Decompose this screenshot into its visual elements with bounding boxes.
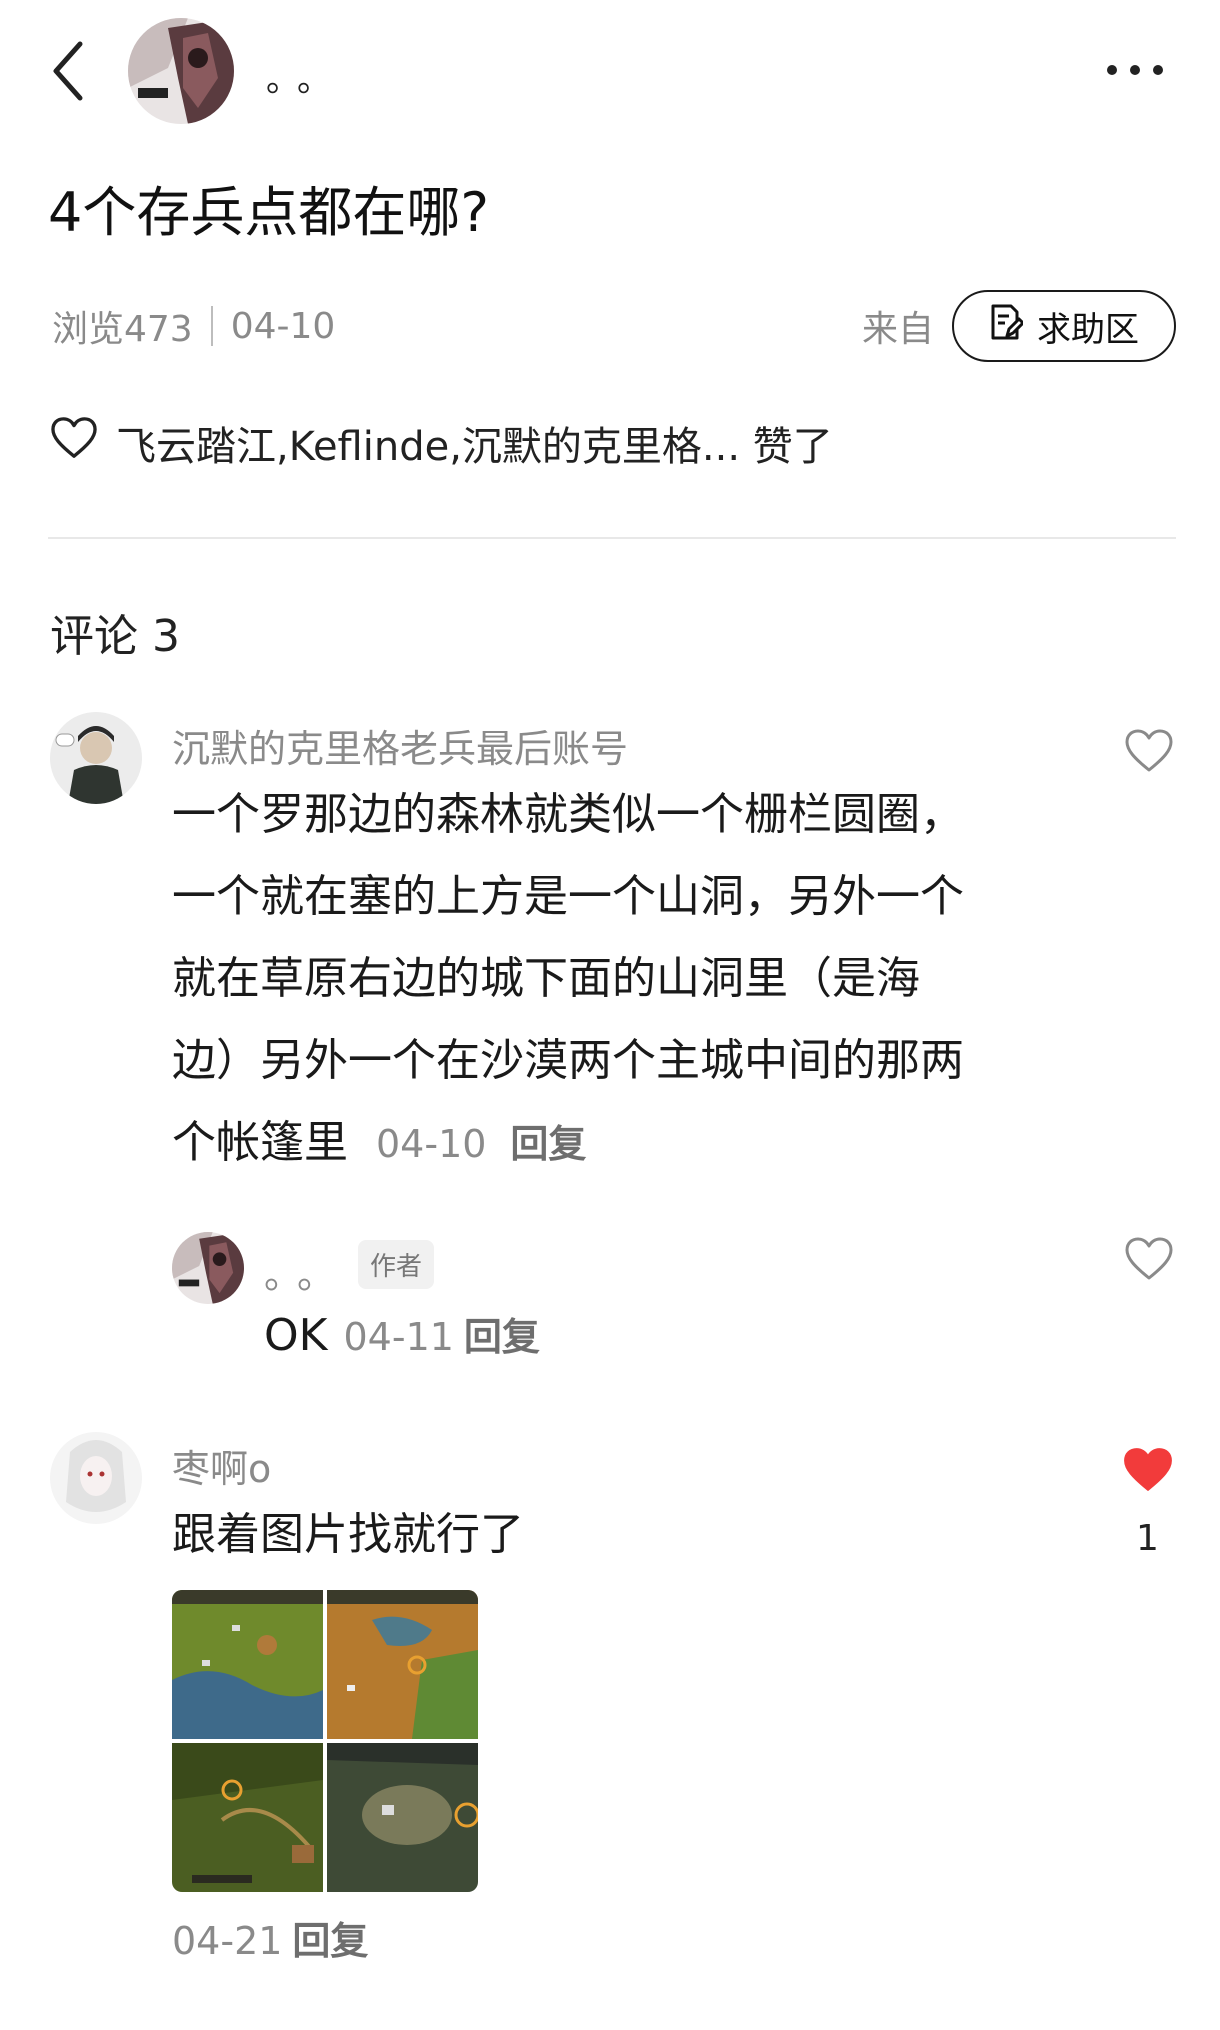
comment-footer: 04-21 回复 — [172, 1910, 368, 1965]
board-button[interactable]: 求助区 — [952, 290, 1176, 362]
divider — [48, 537, 1176, 539]
comment-time: 04-21 — [172, 1919, 283, 1963]
reply-author-name[interactable]: 。。 — [264, 1244, 349, 1299]
like-count: 1 — [1136, 1518, 1159, 1559]
commenter-name[interactable]: 沉默的克里格老兵最后账号 — [172, 718, 628, 773]
comment-line-text: 个帐篷里 — [172, 1117, 348, 1168]
reply-text: OK — [264, 1310, 328, 1361]
comment-text: 一个罗那边的森林就类似一个栅栏圆圈， 一个就在塞的上方是一个山洞，另外一个 就在… — [172, 774, 1112, 1185]
comment-line: 就在草原右边的城下面的山洞里（是海 — [172, 953, 920, 1004]
view-count: 浏览473 — [52, 309, 193, 350]
comment-line: 一个罗那边的森林就类似一个栅栏圆圈， — [172, 789, 964, 840]
heart-outline-icon[interactable] — [50, 416, 98, 470]
commenter-avatar[interactable] — [50, 1432, 142, 1524]
map-thumbnail — [327, 1590, 478, 1739]
comments-title: 评论 3 — [50, 611, 180, 662]
commenter-name[interactable]: 枣啊o — [172, 1438, 271, 1493]
map-thumbnail — [172, 1590, 323, 1739]
heart-filled-icon[interactable] — [1122, 1446, 1174, 1494]
post-title: 4个存兵点都在哪? — [48, 181, 490, 244]
reply-body: OK 04-11 回复 — [264, 1306, 540, 1364]
likes-row[interactable]: 飞云踏江,Keflinde,沉默的克里格... 赞了 — [50, 414, 833, 472]
like-icon[interactable] — [1124, 728, 1174, 774]
comment-text: 跟着图片找就行了 — [172, 1509, 524, 1560]
likes-text[interactable]: 飞云踏江,Keflinde,沉默的克里格... 赞了 — [116, 414, 833, 472]
map-thumbnail — [172, 1743, 323, 1892]
more-icon[interactable] — [1100, 58, 1170, 82]
reply-author-avatar[interactable] — [172, 1232, 244, 1304]
reply-button[interactable]: 回复 — [510, 1122, 586, 1166]
reply-time: 04-11 — [343, 1315, 454, 1359]
commenter-avatar[interactable] — [50, 712, 142, 804]
image-grid[interactable] — [172, 1590, 478, 1892]
map-thumbnail — [327, 1743, 478, 1892]
post-meta: 浏览473 04-10 — [52, 300, 335, 352]
reply-button[interactable]: 回复 — [292, 1910, 368, 1965]
edit-document-icon — [989, 303, 1025, 350]
author-avatar[interactable] — [128, 18, 234, 124]
comment-line: 个帐篷里 04-10 回复 — [172, 1102, 1112, 1185]
comment-line: 一个就在塞的上方是一个山洞，另外一个 — [172, 871, 964, 922]
back-icon[interactable] — [44, 36, 104, 106]
from-label: 来自 — [862, 309, 935, 350]
reply-button[interactable]: 回复 — [464, 1306, 540, 1361]
comment-time: 04-10 — [376, 1122, 487, 1166]
comment-line: 边）另外一个在沙漠两个主城中间的那两 — [172, 1035, 964, 1086]
post-date: 04-10 — [230, 305, 336, 347]
author-name[interactable]: 。。 — [266, 52, 345, 101]
author-badge: 作者 — [358, 1240, 435, 1289]
like-icon[interactable] — [1124, 1236, 1174, 1282]
meta-divider — [210, 306, 213, 346]
board-label: 求助区 — [1037, 309, 1139, 350]
